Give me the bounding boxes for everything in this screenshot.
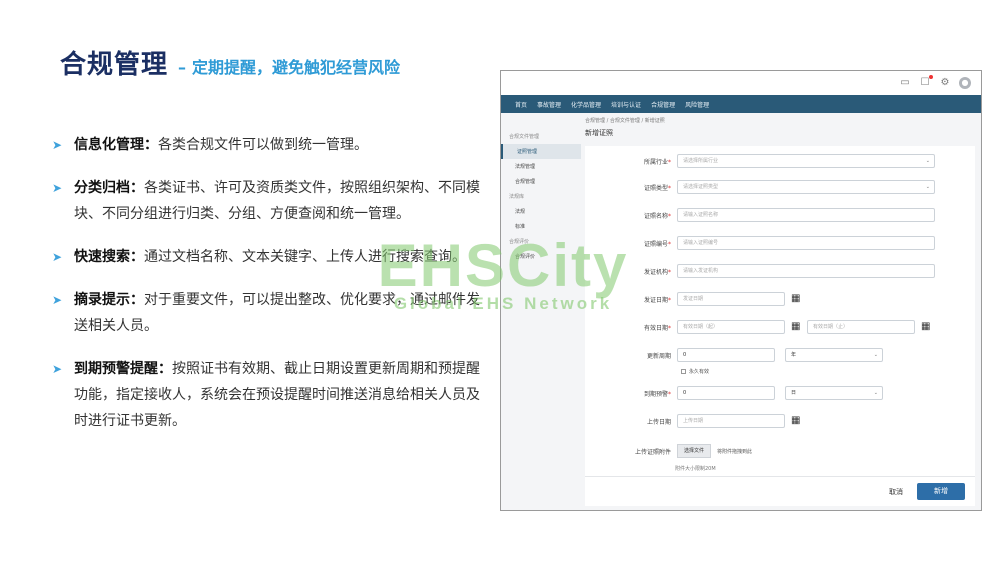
page-title: 新增证照 (585, 129, 613, 137)
calendar-icon[interactable]: ▦ (921, 322, 931, 332)
sidebar-item-standard[interactable]: 标准 (501, 219, 581, 234)
settings-icon[interactable]: ⚙ (939, 77, 951, 89)
renew-unit-select[interactable]: 年 ⌄ (785, 348, 883, 362)
cert-type-label: 证照类型 (643, 184, 668, 192)
cancel-button[interactable]: 取消 (889, 487, 903, 497)
slide-title: 合规管理 – 定期提醒，避免触犯经营风险 (60, 44, 400, 81)
feature-item: ➤ 到期预警提醒：按照证书有效期、截止日期设置更新周期和预提醒功能，指定接收人，… (52, 356, 492, 434)
calendar-icon[interactable]: ▦ (791, 416, 801, 426)
upload-date-input[interactable]: 上传日期 (677, 414, 785, 428)
nav-compliance[interactable]: 合规管理 (651, 100, 675, 109)
sidebar: 合规文件管理 证照管理 法规管理 合规管理 法规库 法规 标准 合规评价 合规评… (501, 123, 581, 510)
permanent-checkbox[interactable]: 永久有效 (681, 368, 709, 375)
cert-name-label: 证照名称 (643, 212, 668, 220)
title-separator: – (178, 58, 187, 77)
chevron-down-icon: ⌄ (925, 158, 930, 164)
chevron-down-icon: ⌄ (873, 352, 878, 358)
sidebar-item-compliance[interactable]: 合规管理 (501, 174, 581, 189)
sidebar-group: 法规库 (509, 194, 525, 200)
industry-label: 所属行业 (643, 158, 668, 166)
feature-body: 各类合规文件可以做到统一管理。 (158, 137, 368, 153)
valid-start-input[interactable]: 有效日期（起） (677, 320, 785, 334)
inbox-icon[interactable]: ▭ (899, 77, 911, 89)
nav-incident[interactable]: 事故管理 (537, 100, 561, 109)
feature-head: 快速搜索： (74, 249, 144, 265)
app-screenshot: ▭ ☐ ⚙ ● 首页 事故管理 化学品管理 培训与认证 合规管理 风险管理 合规… (500, 70, 982, 511)
feature-item: ➤ 分类归档：各类证书、许可及资质类文件，按照组织架构、不同模块、不同分组进行归… (52, 175, 492, 227)
cert-type-select[interactable]: 请选择证照类型 ⌄ (677, 180, 935, 194)
drop-hint: 将附件拖拽到此 (717, 448, 753, 455)
cert-no-label: 证照编号 (643, 240, 668, 248)
title-subtitle: 定期提醒，避免触犯经营风险 (192, 58, 401, 77)
arrow-icon: ➤ (52, 362, 63, 376)
nav-chemical[interactable]: 化学品管理 (571, 100, 601, 109)
issue-date-input[interactable]: 发证日期 (677, 292, 785, 306)
chevron-down-icon: ⌄ (925, 184, 930, 190)
arrow-icon: ➤ (52, 181, 63, 195)
form-row: 上传证照附件 选择文件 将附件拖拽到此 (585, 444, 752, 458)
feature-head: 分类归档： (74, 180, 144, 196)
valid-end-input[interactable]: 有效日期（止） (807, 320, 915, 334)
sidebar-group: 合规文件管理 (509, 134, 540, 140)
sidebar-item-law[interactable]: 法规 (501, 204, 581, 219)
valid-period-label: 有效日期 (643, 324, 668, 332)
nav-training[interactable]: 培训与认证 (611, 100, 641, 109)
issuer-label: 发证机构 (643, 268, 668, 276)
app-topbar: ▭ ☐ ⚙ ● (501, 71, 981, 95)
feature-item: ➤ 快速搜索：通过文档名称、文本关键字、上传人进行搜索查询。 (52, 244, 492, 270)
remind-label: 到期预警 (643, 390, 668, 398)
user-avatar-icon[interactable]: ● (959, 77, 971, 89)
calendar-icon[interactable]: ▦ (791, 322, 801, 332)
arrow-icon: ➤ (52, 293, 63, 307)
form-row: 发证机构* 请输入发证机构 (585, 264, 935, 278)
form-row: 证照编号* 请输入证照编号 (585, 236, 935, 250)
main-nav: 首页 事故管理 化学品管理 培训与认证 合规管理 风险管理 (501, 95, 981, 113)
title-main: 合规管理 (60, 50, 169, 80)
form-row: 所属行业* 请选择所属行业 ⌄ (585, 154, 935, 168)
upload-size-note: 附件大小限制20M (675, 466, 716, 472)
form-row: 发证日期* 发证日期 ▦ (643, 292, 801, 306)
attachment-label: 上传证照附件 (634, 448, 671, 456)
form-row: 证照类型* 请选择证照类型 ⌄ (585, 180, 935, 194)
choose-file-button[interactable]: 选择文件 (677, 444, 712, 458)
feature-head: 信息化管理： (74, 137, 158, 153)
chevron-down-icon: ⌄ (873, 390, 878, 396)
arrow-icon: ➤ (52, 250, 63, 264)
feature-item: ➤ 信息化管理：各类合规文件可以做到统一管理。 (52, 132, 492, 158)
remind-input[interactable]: 0 (677, 386, 775, 400)
form-row: 有效日期* 有效日期（起） ▦ 有效日期（止） ▦ (643, 320, 931, 334)
feature-body: 通过文档名称、文本关键字、上传人进行搜索查询。 (144, 249, 466, 265)
nav-risk[interactable]: 风险管理 (685, 100, 709, 109)
feature-list: ➤ 信息化管理：各类合规文件可以做到统一管理。 ➤ 分类归档：各类证书、许可及资… (52, 132, 492, 451)
sidebar-item-cert[interactable]: 证照管理 (501, 144, 581, 159)
form-row: 更新周期 0 年 ⌄ (585, 348, 883, 362)
renew-cycle-label: 更新周期 (646, 352, 671, 360)
issue-date-label: 发证日期 (643, 296, 668, 304)
industry-select[interactable]: 请选择所属行业 ⌄ (677, 154, 935, 168)
submit-button[interactable]: 新增 (917, 483, 965, 500)
feature-head: 到期预警提醒： (74, 361, 172, 377)
form-row: 上传日期 上传日期 ▦ (585, 414, 801, 428)
renew-cycle-input[interactable]: 0 (677, 348, 775, 362)
form-footer: 取消 新增 (585, 476, 975, 506)
form-row: 到期预警* 0 日 ⌄ (585, 386, 883, 400)
cert-name-input[interactable]: 请输入证照名称 (677, 208, 935, 222)
arrow-icon: ➤ (52, 138, 63, 152)
feature-item: ➤ 摘录提示：对于重要文件，可以提出整改、优化要求，通过邮件发送相关人员。 (52, 287, 492, 339)
breadcrumb: 合规管理 / 合规文件管理 / 新增证照 (585, 118, 665, 124)
form-row: 证照名称* 请输入证照名称 (585, 208, 935, 222)
calendar-icon[interactable]: ▦ (791, 294, 801, 304)
remind-unit-select[interactable]: 日 ⌄ (785, 386, 883, 400)
sidebar-item-evaluation[interactable]: 合规评价 (501, 249, 581, 264)
feature-head: 摘录提示： (74, 292, 144, 308)
cert-no-input[interactable]: 请输入证照编号 (677, 236, 935, 250)
notification-icon[interactable]: ☐ (919, 75, 933, 89)
sidebar-group: 合规评价 (509, 239, 530, 245)
nav-home[interactable]: 首页 (515, 100, 527, 109)
upload-date-label: 上传日期 (646, 418, 671, 426)
form-row: 永久有效 (681, 368, 709, 375)
issuer-input[interactable]: 请输入发证机构 (677, 264, 935, 278)
new-cert-form: 所属行业* 请选择所属行业 ⌄ 证照类型* 请选择证照类型 ⌄ 证照名称* 请输入证… (585, 146, 975, 506)
sidebar-item-regulation[interactable]: 法规管理 (501, 159, 581, 174)
